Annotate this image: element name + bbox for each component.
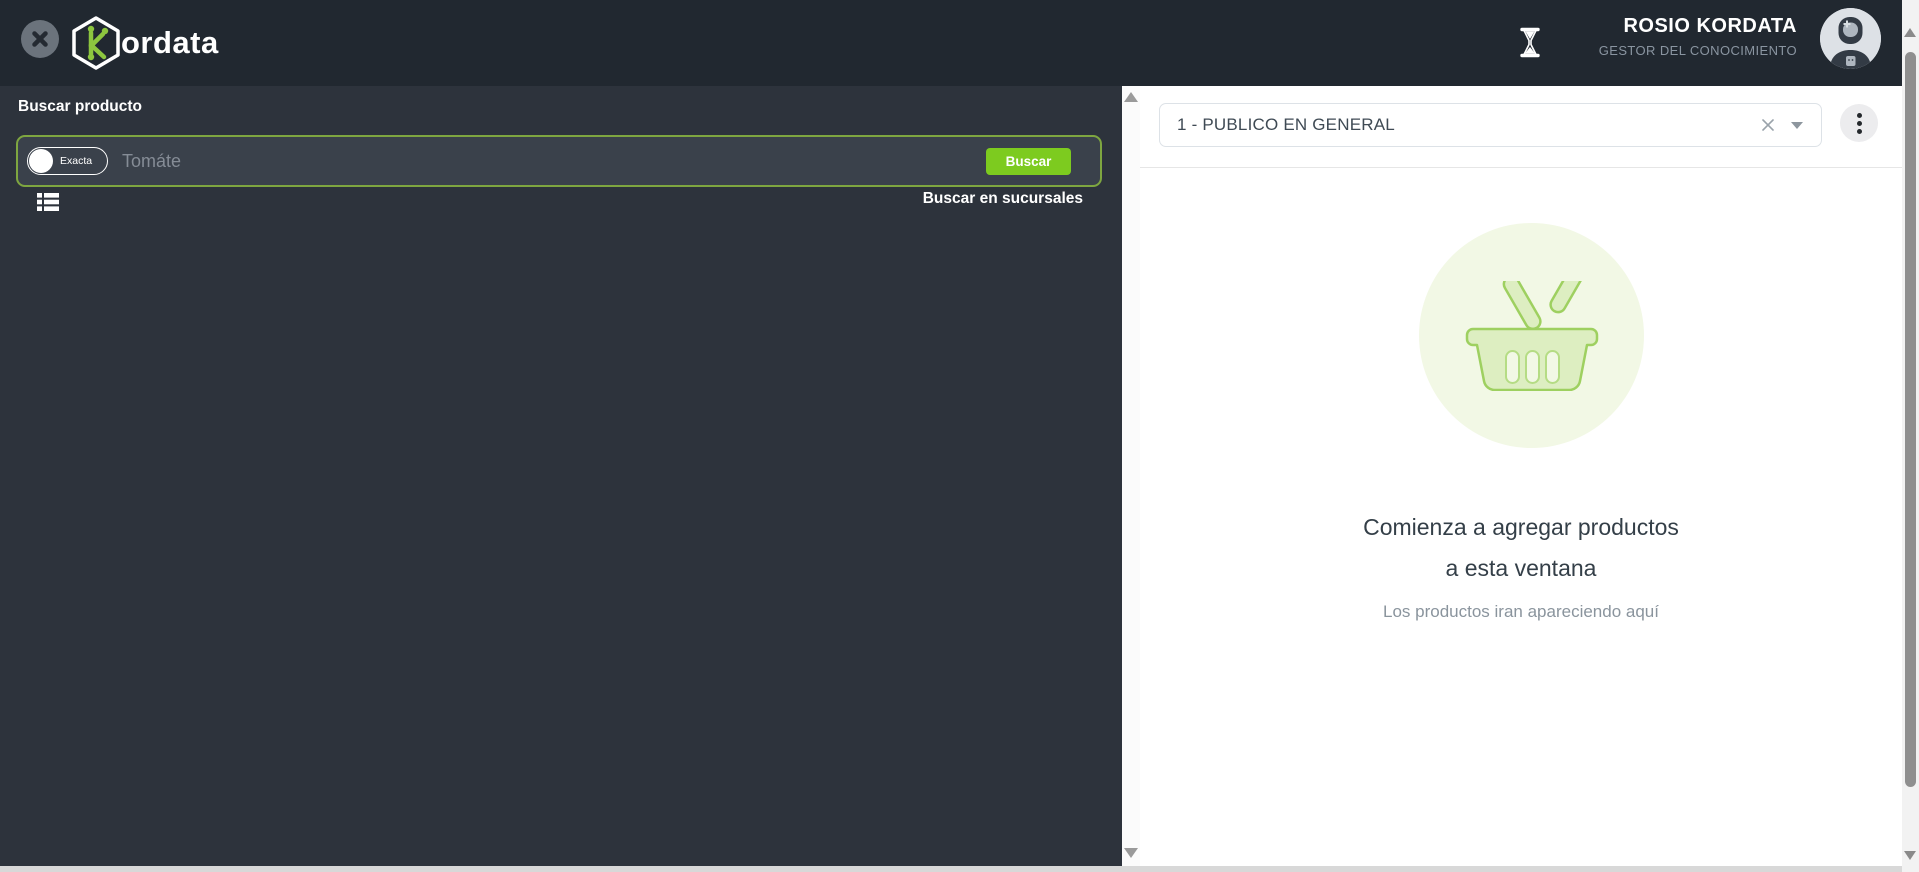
search-button[interactable]: Buscar <box>986 148 1071 175</box>
search-branches-link[interactable]: Buscar en sucursales <box>923 190 1083 208</box>
list-icon[interactable] <box>37 192 59 212</box>
scroll-up-icon[interactable] <box>1904 28 1916 37</box>
chevron-down-icon[interactable] <box>1791 122 1803 129</box>
app-header: ordata ROSIO KORDATA GESTOR DEL CONOCIMI… <box>0 0 1919 86</box>
toggle-label: Exacta <box>60 155 92 167</box>
customer-select[interactable]: 1 - PUBLICO EN GENERAL <box>1159 103 1822 147</box>
cart-divider <box>1140 167 1902 168</box>
kebab-menu-icon <box>1857 129 1862 134</box>
empty-state-title: Comienza a agregar productos a esta vent… <box>1140 507 1902 589</box>
scroll-up-icon[interactable] <box>1124 92 1138 102</box>
empty-state-title-line2: a esta ventana <box>1140 548 1902 589</box>
product-search-input[interactable] <box>122 137 986 185</box>
toggle-knob <box>29 149 53 173</box>
pos-window: ordata ROSIO KORDATA GESTOR DEL CONOCIMI… <box>0 0 1919 872</box>
empty-state-illustration <box>1419 223 1644 448</box>
left-panel-scrollbar[interactable] <box>1122 86 1140 866</box>
kebab-menu-icon <box>1857 113 1862 118</box>
customer-select-value: 1 - PUBLICO EN GENERAL <box>1177 115 1761 135</box>
exact-match-toggle[interactable]: Exacta <box>27 147 108 175</box>
search-panel: Buscar producto Exacta Buscar Buscar en … <box>0 86 1122 866</box>
close-button[interactable] <box>21 20 59 58</box>
kordata-logo[interactable]: ordata <box>72 15 219 71</box>
horizontal-scrollbar-track[interactable] <box>0 866 1919 872</box>
scroll-down-icon[interactable] <box>1904 851 1916 860</box>
scroll-down-icon[interactable] <box>1124 848 1138 858</box>
search-panel-title: Buscar producto <box>18 98 142 116</box>
kordata-hexagon-icon <box>72 16 120 70</box>
kebab-menu-icon <box>1857 121 1862 126</box>
close-icon <box>31 30 49 48</box>
avatar[interactable] <box>1820 8 1881 69</box>
basket-icon <box>1465 281 1599 391</box>
cart-options-button[interactable] <box>1840 104 1878 142</box>
user-name: ROSIO KORDATA <box>1599 15 1797 38</box>
clear-icon[interactable] <box>1761 118 1775 132</box>
logo-wordmark: ordata <box>121 25 219 61</box>
product-search-box: Exacta Buscar <box>16 135 1102 187</box>
page-scrollbar[interactable] <box>1902 0 1919 872</box>
hourglass-icon[interactable] <box>1518 26 1542 59</box>
user-info: ROSIO KORDATA GESTOR DEL CONOCIMIENTO <box>1599 15 1797 58</box>
user-role: GESTOR DEL CONOCIMIENTO <box>1599 43 1797 58</box>
empty-state-title-line1: Comienza a agregar productos <box>1140 507 1902 548</box>
avatar-person-icon <box>1820 8 1881 69</box>
scrollbar-thumb[interactable] <box>1905 52 1916 787</box>
cart-panel: 1 - PUBLICO EN GENERAL Comi <box>1140 86 1902 866</box>
empty-state-subtitle: Los productos iran apareciendo aquí <box>1140 602 1902 622</box>
